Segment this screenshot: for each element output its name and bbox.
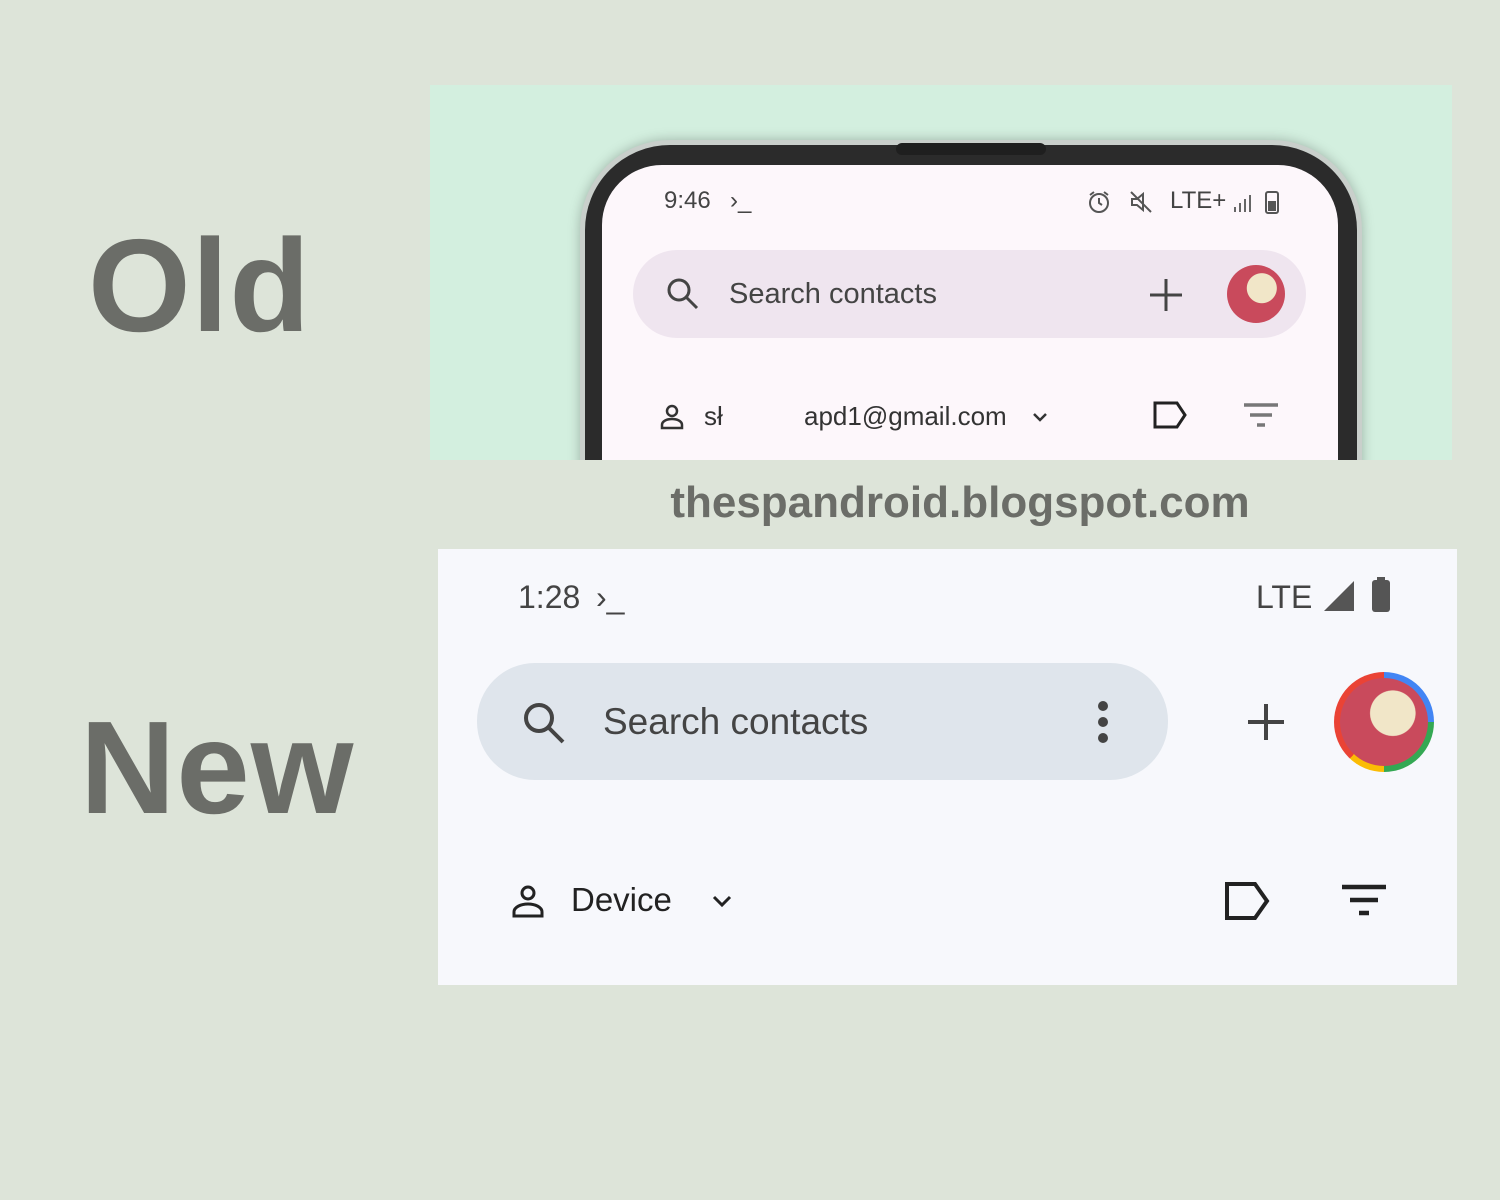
new-label: New: [80, 694, 355, 841]
network-type: LTE+: [1170, 187, 1227, 214]
avatar[interactable]: [1334, 672, 1434, 772]
add-contact-icon[interactable]: [1148, 277, 1184, 313]
more-options-icon[interactable]: [1095, 699, 1111, 745]
phone-notch: [896, 143, 1046, 155]
person-icon: [512, 885, 544, 918]
search-input[interactable]: Search contacts: [603, 701, 868, 743]
chevron-down-icon[interactable]: [710, 889, 734, 913]
label-icon[interactable]: [1152, 399, 1188, 431]
search-icon: [667, 278, 699, 310]
label-icon[interactable]: [1224, 881, 1272, 921]
terminal-icon: ›_: [596, 579, 625, 615]
filter-icon[interactable]: [1242, 401, 1280, 431]
battery-icon: [1372, 577, 1390, 612]
chevron-down-icon[interactable]: [1030, 407, 1050, 427]
battery-icon: [1265, 191, 1279, 214]
signal-icon: [1324, 581, 1354, 611]
filter-icon[interactable]: [1340, 883, 1388, 919]
old-label: Old: [88, 212, 311, 359]
alarm-icon: [1089, 191, 1109, 213]
new-screenshot: 1:28 ›_ LTE Search contacts Device: [438, 549, 1457, 985]
network-type: LTE: [1256, 579, 1313, 615]
add-contact-icon[interactable]: [1246, 702, 1286, 742]
search-bar[interactable]: Search contacts: [477, 663, 1168, 780]
signal-icon: [1234, 195, 1251, 212]
watermark: thespandroid.blogspot.com: [670, 478, 1250, 527]
avatar[interactable]: [1227, 265, 1285, 323]
status-time: 1:28: [518, 579, 581, 615]
account-prefix: sł: [704, 401, 723, 431]
status-time: 9:46: [664, 187, 711, 214]
account-email[interactable]: apd1@gmail.com: [804, 401, 1007, 432]
search-bar[interactable]: Search contacts: [633, 250, 1306, 338]
person-icon: [660, 404, 684, 430]
mute-icon: [1130, 191, 1152, 213]
old-screen: 9:46 ›_ LTE+ Search contacts sł apd1@gma…: [602, 165, 1338, 460]
terminal-icon: ›_: [730, 187, 752, 214]
search-icon: [524, 703, 565, 744]
account-label[interactable]: Device: [571, 881, 672, 919]
search-input[interactable]: Search contacts: [729, 278, 937, 311]
old-screenshot: 9:46 ›_ LTE+ Search contacts sł apd1@gma…: [430, 85, 1452, 460]
